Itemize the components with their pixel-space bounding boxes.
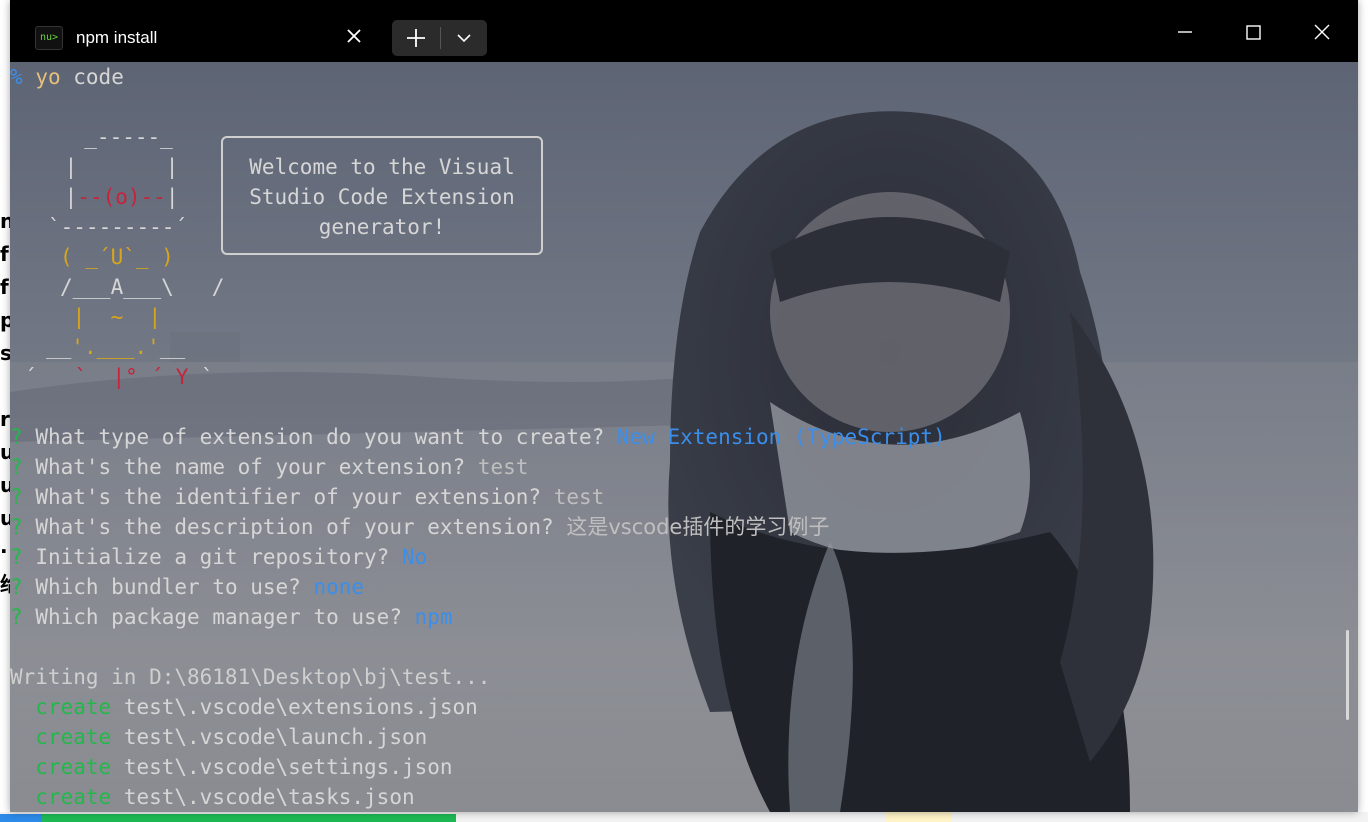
- yeoman-art-line: | ~ |: [60, 305, 162, 329]
- yeoman-art-line: _-----_: [59, 125, 173, 149]
- prompt-question: ? Initialize a git repository? No: [10, 545, 428, 569]
- prompt-question: ? What's the description of your extensi…: [10, 515, 830, 539]
- prompt-symbol: %: [10, 65, 23, 89]
- created-file-line: create test\.vscode\extensions.json: [35, 695, 478, 719]
- prompt-question: ? What's the identifier of your extensio…: [10, 485, 605, 509]
- created-file-line: create test\.vscode\tasks.json: [35, 785, 415, 809]
- welcome-message-box: Welcome to the Visual Studio Code Extens…: [221, 136, 543, 255]
- command-line: % yo code: [10, 62, 124, 92]
- welcome-line: Welcome to the Visual: [249, 155, 515, 179]
- close-icon[interactable]: [1299, 10, 1345, 54]
- welcome-line: generator!: [318, 215, 446, 239]
- title-bar[interactable]: nu> npm install: [10, 0, 1358, 62]
- terminal-output: % yo code _-----_ | | |--(o)--| `-------…: [10, 62, 1358, 812]
- command-name: yo: [35, 65, 61, 89]
- terminal-window: nu> npm install % yo code _-----_ | | |-…: [10, 0, 1358, 812]
- yeoman-art-line: |--(o)--|: [52, 185, 179, 209]
- yeoman-art-line: ( _´U`_ ): [60, 245, 174, 269]
- terminal-content[interactable]: % yo code _-----_ | | |--(o)--| `-------…: [10, 62, 1358, 812]
- command-arg: code: [73, 65, 124, 89]
- tab-title: npm install: [76, 28, 158, 47]
- prompt-question: ? What type of extension do you want to …: [10, 425, 946, 449]
- plus-icon[interactable]: [392, 20, 440, 56]
- prompt-answer: none: [313, 575, 365, 599]
- prompt-question: ? Which bundler to use? none: [10, 575, 365, 599]
- close-icon[interactable]: [343, 25, 365, 47]
- prompt-question: ? What's the name of your extension? tes…: [10, 455, 529, 479]
- new-tab-group: [392, 20, 487, 56]
- prompt-answer: npm: [414, 605, 453, 629]
- prompt-answer: 这是vscode插件的学习例子: [566, 515, 830, 539]
- yeoman-art-line: ´ ` |° ´ Y `: [24, 365, 214, 389]
- yeoman-art-line: /___A___\ /: [60, 275, 225, 299]
- created-file-line: create test\.vscode\launch.json: [35, 725, 428, 749]
- tab-npm-install[interactable]: nu> npm install: [23, 14, 383, 62]
- welcome-line: Studio Code Extension: [249, 185, 515, 209]
- yeoman-art-line: __'.___.'__: [46, 335, 186, 359]
- prompt-answer: New Extension (TypeScript): [616, 425, 946, 449]
- minimize-icon[interactable]: [1162, 10, 1208, 54]
- maximize-icon[interactable]: [1230, 10, 1276, 54]
- yeoman-art-line: | |: [52, 155, 179, 179]
- scrollbar[interactable]: [1346, 630, 1349, 720]
- taskbar-item-progress[interactable]: [42, 814, 456, 822]
- prompt-answer: test: [477, 455, 529, 479]
- taskbar-item-start[interactable]: [0, 814, 42, 822]
- prompt-answer: No: [401, 545, 428, 569]
- terminal-app-icon: nu>: [35, 26, 63, 50]
- chevron-down-icon[interactable]: [441, 20, 487, 56]
- created-file-line: create test\.vscode\settings.json: [35, 755, 453, 779]
- prompt-answer: test: [553, 485, 605, 509]
- yeoman-art-line: `---------´: [48, 215, 188, 239]
- writing-status: Writing in D:\86181\Desktop\bj\test...: [10, 665, 491, 689]
- taskbar-item[interactable]: [886, 812, 952, 822]
- prompt-question: ? Which package manager to use? npm: [10, 605, 453, 629]
